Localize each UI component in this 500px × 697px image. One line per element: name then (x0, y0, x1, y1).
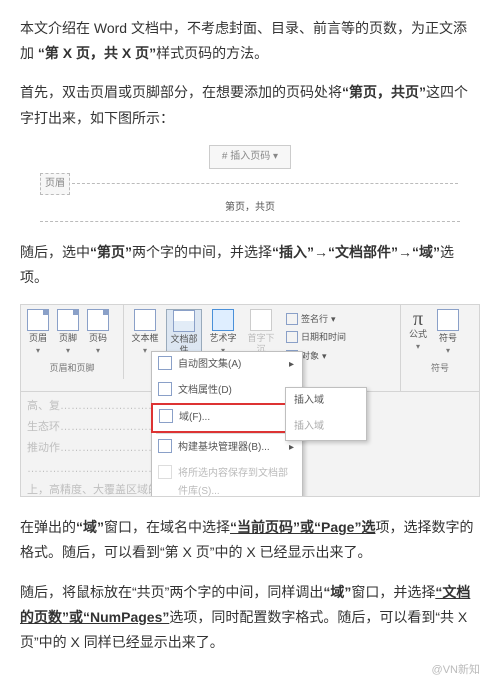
menu-autotext[interactable]: 自动图文集(A) ▸ (152, 352, 302, 378)
chevron-down-icon: ▾ (55, 344, 81, 358)
label: 页码 (85, 333, 111, 344)
chevron-right-icon: ▸ (289, 356, 294, 374)
text: → (398, 244, 412, 260)
step2-para: 随后，选中“第页”两个字的中间，并选择“插入”→“文档部件”→“域”选项。 (20, 240, 480, 290)
menu-docprop[interactable]: 文档属性(D) ▸ (152, 378, 302, 404)
calendar-icon (286, 331, 298, 343)
label: 域(F)... (179, 409, 210, 427)
bold-text: “插入” (272, 244, 314, 260)
dropcap-icon (250, 309, 272, 331)
chevron-right-icon: ▸ (289, 439, 294, 457)
label: 构建基块管理器(B)... (178, 439, 270, 457)
insert-pagenum-button: # 插入页码 ▾ (209, 145, 291, 169)
menu-field[interactable]: 域(F)... (151, 403, 303, 433)
label: 文本框 (128, 333, 162, 344)
bold-text: “第 X 页，共 X 页” (38, 45, 156, 61)
hash-icon (87, 309, 109, 331)
symbol-button[interactable]: 符号 ▾ (435, 309, 461, 358)
label: 艺术字 (206, 333, 240, 344)
omega-icon (437, 309, 459, 331)
bold-text: “域” (76, 519, 104, 535)
chevron-down-icon: ▾ (273, 151, 278, 162)
group-header-footer: 页眉 ▾ 页脚 ▾ 页码 ▾ 页眉和页脚 (21, 305, 124, 378)
dashed-line (40, 221, 460, 222)
menu-save[interactable]: 将所选内容保存到文档部件库(S)... (152, 461, 302, 497)
text: → (314, 244, 328, 260)
label: 文档属性(D) (178, 382, 232, 400)
chevron-down-icon: ▾ (435, 344, 461, 358)
watermark: @VN新知 (20, 661, 480, 681)
text: 随后，选中 (20, 244, 90, 260)
label: 签名行 (301, 311, 328, 327)
datetime-item[interactable]: 日期和时间 (286, 329, 346, 345)
formula-button[interactable]: π 公式 ▾ (405, 309, 431, 358)
chevron-down-icon: ▾ (322, 348, 327, 364)
text: 窗口，在域名中选择 (104, 519, 230, 535)
bold-text: “第页” (90, 244, 132, 260)
wordart-icon (212, 309, 234, 331)
header-button[interactable]: 页眉 ▾ (25, 309, 51, 358)
signature-icon (286, 313, 298, 325)
label: 符号 (435, 333, 461, 344)
chevron-down-icon: ▾ (25, 344, 51, 358)
group-label: 符号 (405, 358, 475, 376)
menu-blocks[interactable]: 构建基块管理器(B)... ▸ (152, 435, 302, 461)
docparts-icon (173, 310, 195, 332)
pi-icon: π (405, 309, 431, 329)
footer-button[interactable]: 页脚 ▾ (55, 309, 81, 358)
field-submenu: 插入域 插入域 (285, 387, 367, 441)
separator (156, 433, 298, 434)
signature-line-item[interactable]: 签名行▾ (286, 311, 346, 327)
watermark-text: @VN新知 (432, 664, 480, 676)
dashed-line (72, 183, 458, 184)
label: 日期和时间 (301, 329, 346, 345)
page-icon (27, 309, 49, 331)
label: 插入页码 (230, 151, 270, 162)
submenu-insert-field[interactable]: 插入域 (286, 388, 366, 414)
bold-text: “文档部件” (328, 244, 398, 260)
bold-text: “第页，共页” (342, 84, 426, 100)
textbox-icon (134, 309, 156, 331)
bold-text: “域” (412, 244, 440, 260)
text: 在弹出的 (20, 519, 76, 535)
label: 页眉 (25, 333, 51, 344)
text: 首先，双击页眉或页脚部分，在想要添加的页码处将 (20, 84, 342, 100)
header-tag: 页眉 (40, 173, 70, 195)
text: 两个字的中间，并选择 (132, 244, 272, 260)
word-ribbon-screenshot: 页眉 ▾ 页脚 ▾ 页码 ▾ 页眉和页脚 (20, 304, 480, 497)
step1-para: 首先，双击页眉或页脚部分，在想要添加的页码处将“第页，共页”这四个字打出来，如下… (20, 80, 480, 130)
header-line: 页眉 (40, 173, 460, 195)
hash-icon: # (222, 151, 228, 162)
submenu-insert-field-desc: 插入域 (286, 414, 366, 440)
step3-para: 在弹出的“域”窗口，在域名中选择“当前页码”或“Page”选项，选择数字的格式。… (20, 515, 480, 565)
label: 对象 (301, 348, 319, 364)
page-icon (57, 309, 79, 331)
step4-para: 随后，将鼠标放在“共页”两个字的中间，同样调出“域”窗口，并选择“文档的页数”或… (20, 580, 480, 656)
docprop-icon (158, 382, 172, 396)
label: 页脚 (55, 333, 81, 344)
label: 将所选内容保存到文档部件库(S)... (178, 465, 294, 497)
header-footer-screenshot: # 插入页码 ▾ 页眉 第页，共页 (40, 145, 460, 222)
chevron-down-icon: ▾ (85, 344, 111, 358)
chevron-down-icon: ▾ (405, 340, 431, 354)
text: 样式页码的方法。 (156, 45, 268, 61)
save-icon (158, 465, 172, 479)
autotext-icon (158, 356, 172, 370)
label: 自动图文集(A) (178, 356, 241, 374)
underline-text: “当前页码”或“Page”选 (230, 519, 375, 535)
docparts-dropdown: 自动图文集(A) ▸ 文档属性(D) ▸ 域(F)... 构建基块管理器(B).… (151, 351, 303, 497)
typed-text: 第页，共页 (40, 195, 460, 221)
pagenum-button[interactable]: 页码 ▾ (85, 309, 111, 358)
field-icon (159, 409, 173, 423)
label: 公式 (405, 329, 431, 340)
group-symbols: π 公式 ▾ 符号 ▾ 符号 (401, 305, 479, 378)
blocks-icon (158, 439, 172, 453)
group-label: 页眉和页脚 (25, 358, 119, 376)
chevron-down-icon: ▾ (331, 311, 336, 327)
intro-para: 本文介绍在 Word 文档中，不考虑封面、目录、前言等的页数，为正文添加 “第 … (20, 16, 480, 66)
